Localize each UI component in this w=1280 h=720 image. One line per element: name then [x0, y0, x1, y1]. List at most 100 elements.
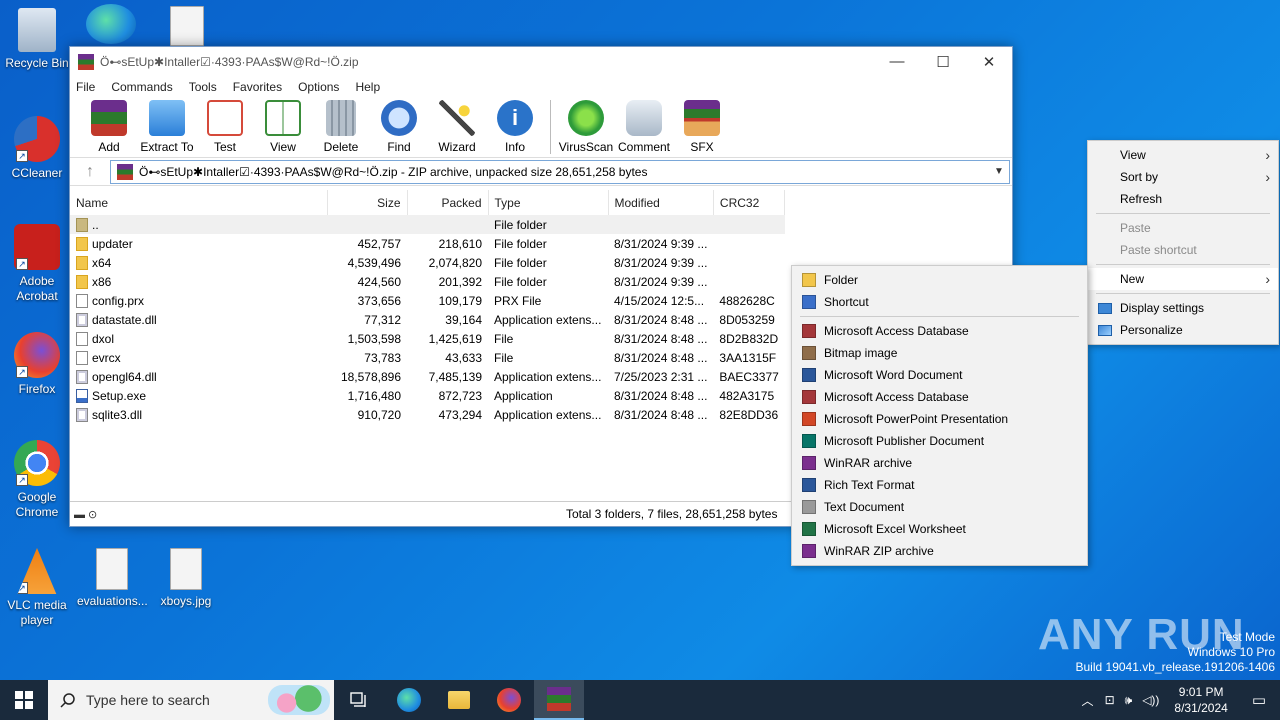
taskbar-edge[interactable] — [384, 680, 434, 720]
cell-modified: 8/31/2024 9:39 ... — [614, 274, 708, 289]
table-row[interactable]: opengl64.dll 18,578,896 7,485,139 Applicati… — [70, 367, 785, 386]
cell-type: File folder — [488, 215, 608, 234]
close-button[interactable]: ✕ — [966, 53, 1012, 71]
table-row[interactable]: updater 452,757 218,610 File folder 8/31/202… — [70, 234, 785, 253]
desktop-icon-recycle-bin[interactable]: Recycle Bin — [2, 8, 72, 71]
cell-name: x64 — [70, 253, 327, 272]
column-header-type[interactable]: Type — [488, 190, 609, 215]
taskbar-search[interactable]: Type here to search — [48, 680, 334, 720]
taskbar-file-explorer[interactable] — [434, 680, 484, 720]
extract-to-button[interactable]: Extract To — [138, 98, 196, 154]
new-menu-item[interactable]: Microsoft PowerPoint Presentation — [792, 408, 1087, 430]
context-menu-personalize[interactable]: Personalize — [1088, 319, 1278, 341]
new-menu-item[interactable]: Bitmap image — [792, 342, 1087, 364]
new-menu-item[interactable]: Microsoft Access Database — [792, 386, 1087, 408]
view-button[interactable]: View — [254, 98, 312, 154]
desktop-icon-evaluations[interactable]: evaluations... — [77, 548, 148, 609]
new-menu-item[interactable]: Folder — [792, 269, 1087, 291]
winrar-icon — [547, 687, 571, 711]
column-header-modified[interactable]: Modified — [608, 190, 714, 215]
menu-tools[interactable]: Tools — [189, 80, 217, 94]
cell-crc: 8D053259 — [719, 312, 775, 327]
context-menu-view[interactable]: View › — [1088, 144, 1278, 166]
desktop-icon-google-chrome[interactable]: ↗ Google Chrome — [2, 440, 72, 520]
desktop-icon-adobe-acrobat[interactable]: ↗ Adobe Acrobat — [2, 224, 72, 304]
desktop-icon-edge[interactable] — [76, 4, 146, 48]
volume-icon[interactable]: ◁)) — [1137, 693, 1164, 707]
menu-favorites[interactable]: Favorites — [233, 80, 282, 94]
menu-item-label: Microsoft Word Document — [824, 368, 963, 382]
column-header-name[interactable]: Name — [70, 190, 328, 215]
sfx-button[interactable]: SFX — [673, 98, 731, 154]
table-row[interactable]: evrcx 73,783 43,633 File 8/31/2024 8:48 ... 3… — [70, 348, 785, 367]
comment-button[interactable]: Comment — [615, 98, 673, 154]
desktop-icon-firefox[interactable]: ↗ Firefox — [2, 332, 72, 397]
new-menu-item[interactable]: Microsoft Word Document — [792, 364, 1087, 386]
new-menu-item[interactable]: Microsoft Access Database — [792, 320, 1087, 342]
start-button[interactable] — [0, 680, 48, 720]
table-row[interactable]: x64 4,539,496 2,074,820 File folder 8/31/202… — [70, 253, 785, 272]
table-row[interactable]: x86 424,560 201,392 File folder 8/31/2024 9:… — [70, 272, 785, 291]
new-menu-item[interactable]: Text Document — [792, 496, 1087, 518]
taskbar-firefox[interactable] — [484, 680, 534, 720]
find-button[interactable]: Find — [370, 98, 428, 154]
table-row[interactable]: config.prx 373,656 109,179 PRX File 4/15/202… — [70, 291, 785, 310]
desktop-icon-image-file[interactable] — [152, 6, 222, 50]
chevron-down-icon[interactable]: ▼ — [989, 166, 1009, 177]
test-button[interactable]: Test — [196, 98, 254, 154]
table-row[interactable]: .. File folder — [70, 215, 785, 234]
add-button[interactable]: Add — [80, 98, 138, 154]
context-menu-refresh[interactable]: Refresh — [1088, 188, 1278, 210]
file-name: opengl64.dll — [92, 369, 157, 384]
column-header-packed[interactable]: Packed — [407, 190, 489, 215]
table-row[interactable]: Setup.exe 1,716,480 872,723 Application 8/31… — [70, 386, 785, 405]
minimize-button[interactable]: — — [874, 53, 920, 70]
menu-file[interactable]: File — [76, 80, 95, 94]
taskbar-winrar[interactable] — [534, 680, 584, 720]
column-header-size[interactable]: Size — [327, 190, 408, 215]
new-menu-item[interactable]: WinRAR ZIP archive — [792, 540, 1087, 562]
context-menu-display-settings[interactable]: Display settings — [1088, 297, 1278, 319]
table-row[interactable]: dxol 1,503,598 1,425,619 File 8/31/2024 8:48… — [70, 329, 785, 348]
table-row[interactable]: sqlite3.dll 910,720 473,294 Application ext… — [70, 405, 785, 424]
drive-icon[interactable]: ▬ ⊙ — [70, 508, 120, 521]
cell-packed: 201,392 — [438, 274, 482, 289]
firefox-icon — [497, 688, 521, 712]
menu-options[interactable]: Options — [298, 80, 339, 94]
new-menu-item[interactable]: Shortcut — [792, 291, 1087, 313]
notification-icon[interactable]: ▭ — [1238, 691, 1280, 709]
menu-separator — [1096, 293, 1270, 294]
virusscan-button[interactable]: VirusScan — [557, 98, 615, 154]
up-arrow-icon[interactable]: ↑ — [70, 163, 110, 181]
cell-name: opengl64.dll — [70, 367, 327, 386]
speaker-icon[interactable]: 🕪 — [1120, 693, 1138, 708]
column-header-crc32[interactable]: CRC32 — [713, 190, 786, 215]
info-button[interactable]: i Info — [486, 98, 544, 154]
context-menu-sort-by[interactable]: Sort by › — [1088, 166, 1278, 188]
cell-crc — [713, 234, 784, 253]
maximize-button[interactable]: ☐ — [920, 53, 966, 71]
desktop-icon-ccleaner[interactable]: ↗ CCleaner — [2, 116, 72, 181]
file-type-icon — [802, 273, 816, 287]
desktop-icon-vlc[interactable]: ↗ VLC media player — [2, 548, 72, 628]
context-menu-new[interactable]: New › — [1088, 268, 1278, 290]
desktop-icon-xboys[interactable]: xboys.jpg — [151, 548, 221, 609]
path-field[interactable]: Ö⊷sEtUp✱Intaller☑·4393·PAAs$W@Rd~!Ö.zip … — [110, 159, 1010, 184]
wizard-button[interactable]: Wizard — [428, 98, 486, 154]
new-menu-item[interactable]: WinRAR archive — [792, 452, 1087, 474]
table-row[interactable]: datastate.dll 77,312 39,164 Application ext… — [70, 310, 785, 329]
clock[interactable]: 9:01 PM 8/31/2024 — [1164, 684, 1237, 716]
chevron-up-icon[interactable]: ︿ — [1076, 692, 1100, 709]
task-view-button[interactable] — [334, 680, 384, 720]
context-menu-paste[interactable]: Paste — [1088, 217, 1278, 239]
menu-help[interactable]: Help — [355, 80, 380, 94]
window-titlebar[interactable]: Ö⊷sEtUp✱Intaller☑·4393·PAAs$W@Rd~!Ö.zip … — [70, 47, 1012, 76]
menu-commands[interactable]: Commands — [111, 80, 172, 94]
new-menu-item[interactable]: Microsoft Publisher Document — [792, 430, 1087, 452]
cell-type: Application — [494, 388, 553, 403]
new-menu-item[interactable]: Rich Text Format — [792, 474, 1087, 496]
delete-button[interactable]: Delete — [312, 98, 370, 154]
new-menu-item[interactable]: Microsoft Excel Worksheet — [792, 518, 1087, 540]
context-menu-paste-shortcut[interactable]: Paste shortcut — [1088, 239, 1278, 261]
network-icon[interactable]: ⊡ — [1100, 693, 1120, 707]
